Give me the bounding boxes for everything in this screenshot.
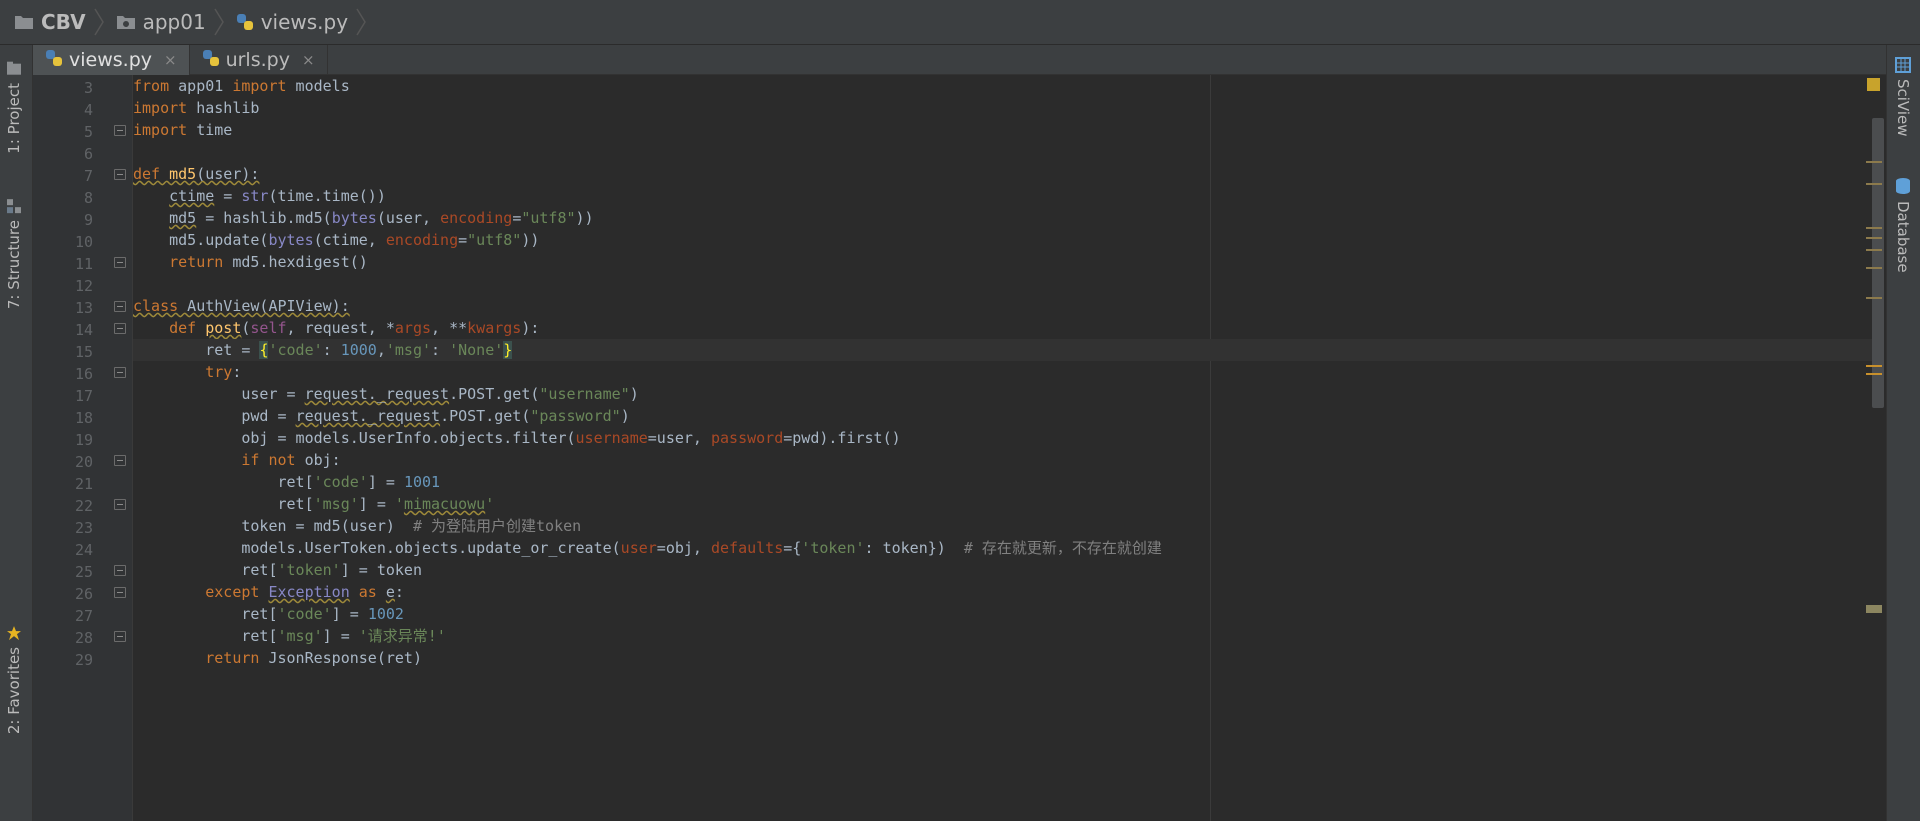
code-line[interactable] [133, 273, 1884, 295]
fold-marker-icon[interactable] [114, 169, 126, 180]
code-editor[interactable]: from app01 import models import hashlib im… [133, 75, 1884, 821]
code-line[interactable]: ret['code'] = 1002 [133, 603, 1884, 625]
breadcrumb-project-label: CBV [41, 10, 86, 34]
code-line[interactable]: return JsonResponse(ret) [133, 647, 1884, 669]
breadcrumb-file[interactable]: views.py [236, 0, 356, 45]
fold-marker-icon[interactable] [114, 301, 126, 312]
breadcrumb-folder[interactable]: app01 [116, 0, 214, 45]
chevron-right-icon [93, 0, 108, 45]
project-tool-label: 1: Project [5, 83, 23, 154]
breadcrumb-project[interactable]: CBV [14, 0, 94, 45]
breadcrumb: CBV app01 views.py [0, 0, 1920, 45]
left-tool-strip: 1: Project 7: Structure 2: Favorites [0, 45, 33, 821]
stripe-marker[interactable] [1866, 249, 1882, 251]
close-icon[interactable]: × [164, 51, 177, 69]
code-line[interactable]: models.UserToken.objects.update_or_creat… [133, 537, 1884, 559]
breadcrumb-file-label: views.py [260, 10, 349, 34]
stripe-marker[interactable] [1866, 297, 1882, 299]
sciview-tool-label: SciView [1894, 79, 1912, 137]
code-line[interactable]: if not obj: [133, 449, 1884, 471]
code-line[interactable]: token = md5(user) # 为登陆用户创建token [133, 515, 1884, 537]
code-line[interactable]: md5.update(bytes(ctime, encoding="utf8")… [133, 229, 1884, 251]
fold-marker-icon[interactable] [114, 565, 126, 576]
fold-marker-icon[interactable] [114, 587, 126, 598]
stripe-marker[interactable] [1866, 161, 1882, 163]
line-number-gutter[interactable]: 3 4 5 6 7 8 9 10 11 12 13 14 15 16 17 18 19 20 21 22 23 24 25 2… [33, 75, 133, 821]
chevron-right-icon [214, 0, 228, 45]
right-tool-strip: SciView Database [1886, 45, 1920, 821]
tab-views-py[interactable]: views.py × [33, 45, 190, 75]
fold-marker-icon[interactable] [114, 499, 126, 510]
grid-icon [1894, 57, 1912, 73]
code-line[interactable]: try: [133, 361, 1884, 383]
editor-tab-bar: views.py × urls.py × [33, 45, 1886, 75]
fold-marker-icon[interactable] [114, 323, 126, 334]
stripe-marker[interactable] [1866, 267, 1882, 269]
code-line[interactable]: import hashlib [133, 97, 1884, 119]
code-line[interactable]: ret['token'] = token [133, 559, 1884, 581]
structure-tool-label: 7: Structure [5, 220, 23, 310]
code-line[interactable]: pwd = request._request.POST.get("passwor… [133, 405, 1884, 427]
favorites-tool-label: 2: Favorites [5, 647, 23, 735]
package-folder-icon [116, 14, 136, 30]
python-file-icon [202, 49, 220, 72]
stripe-marker[interactable] [1866, 237, 1882, 239]
code-line[interactable]: ret['msg'] = 'mimacuowu' [133, 493, 1884, 515]
code-line[interactable]: ret = {'code': 1000,'msg': 'None'} [133, 339, 1884, 361]
fold-marker-icon[interactable] [114, 367, 126, 378]
code-line[interactable]: ctime = str(time.time()) [133, 185, 1884, 207]
tab-label: views.py [69, 49, 152, 71]
fold-marker-icon[interactable] [114, 125, 126, 136]
python-file-icon [45, 49, 63, 72]
stripe-marker[interactable] [1866, 365, 1882, 367]
fold-marker-icon[interactable] [114, 257, 126, 268]
star-icon [6, 625, 22, 641]
code-line[interactable]: import time [133, 119, 1884, 141]
code-line[interactable]: ret['code'] = 1001 [133, 471, 1884, 493]
tab-urls-py[interactable]: urls.py × [190, 45, 328, 75]
code-line[interactable]: def md5(user): [133, 163, 1884, 185]
code-line[interactable]: md5 = hashlib.md5(bytes(user, encoding="… [133, 207, 1884, 229]
sciview-tool-tab[interactable]: SciView [1894, 57, 1912, 137]
code-line[interactable] [133, 141, 1884, 163]
stripe-marker[interactable] [1866, 227, 1882, 229]
code-line[interactable]: ret['msg'] = '请求异常!' [133, 625, 1884, 647]
code-line[interactable]: def post(self, request, *args, **kwargs)… [133, 317, 1884, 339]
favorites-tool-tab[interactable]: 2: Favorites [5, 625, 23, 734]
code-line[interactable]: from app01 import models [133, 75, 1884, 97]
structure-icon [6, 198, 22, 214]
stripe-marker[interactable] [1866, 183, 1882, 185]
code-line[interactable]: except Exception as e: [133, 581, 1884, 603]
database-tool-label: Database [1894, 201, 1912, 273]
breadcrumb-folder-label: app01 [142, 10, 206, 34]
fold-marker-icon[interactable] [114, 631, 126, 642]
stripe-marker[interactable] [1866, 373, 1882, 375]
warning-indicator-icon[interactable] [1867, 78, 1880, 91]
line-number: 29 [74, 651, 93, 669]
python-file-icon [236, 13, 254, 31]
code-line[interactable]: return md5.hexdigest() [133, 251, 1884, 273]
code-line[interactable]: user = request._request.POST.get("userna… [133, 383, 1884, 405]
error-stripe[interactable] [1862, 75, 1886, 821]
code-line[interactable]: class AuthView(APIView): [133, 295, 1884, 317]
stripe-marker[interactable] [1866, 605, 1882, 613]
structure-tool-tab[interactable]: 7: Structure [5, 198, 23, 309]
code-line[interactable]: obj = models.UserInfo.objects.filter(use… [133, 427, 1884, 449]
database-icon [1894, 177, 1912, 195]
folder-icon [14, 14, 34, 30]
tab-label: urls.py [225, 49, 290, 71]
project-icon [6, 61, 22, 77]
database-tool-tab[interactable]: Database [1894, 177, 1912, 273]
fold-marker-icon[interactable] [114, 455, 126, 466]
project-tool-tab[interactable]: 1: Project [5, 61, 23, 154]
close-icon[interactable]: × [302, 51, 315, 69]
chevron-right-icon [356, 0, 370, 45]
